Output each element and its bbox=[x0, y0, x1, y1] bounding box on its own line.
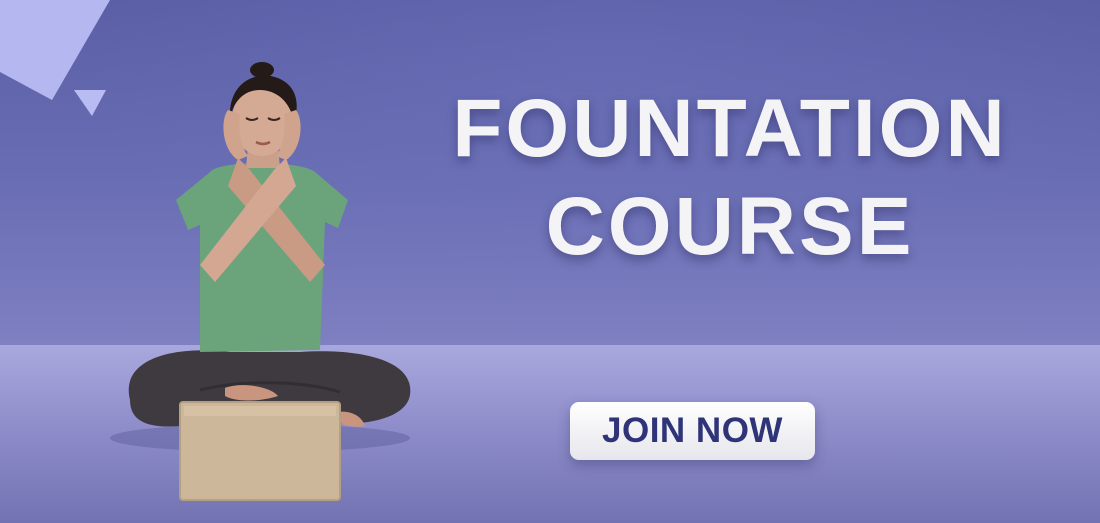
course-title-line-2: COURSE bbox=[545, 181, 915, 272]
laptop bbox=[180, 402, 340, 500]
join-now-button[interactable]: JOIN NOW bbox=[570, 402, 815, 460]
woman-with-laptop-illustration bbox=[110, 62, 411, 501]
decorative-triangle-small bbox=[74, 90, 106, 116]
course-banner[interactable]: FOUNTATION COURSE JOIN NOW bbox=[0, 0, 1100, 523]
course-title-line-1: FOUNTATION bbox=[452, 83, 1008, 174]
